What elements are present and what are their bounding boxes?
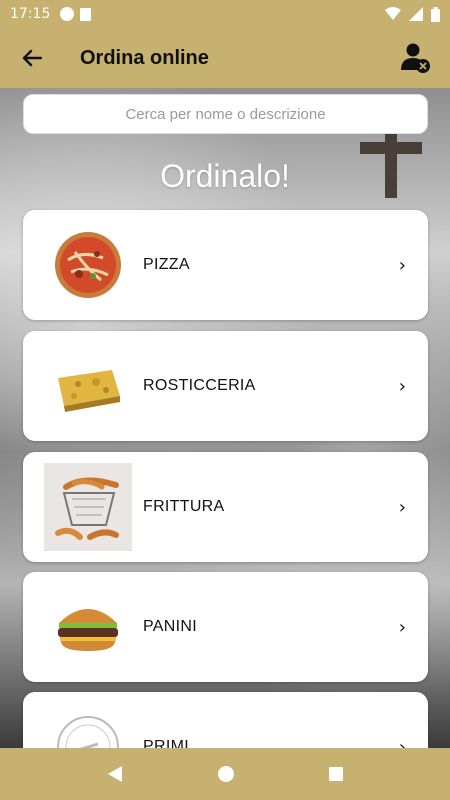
category-card-rosticceria[interactable]: ROSTICCERIA › xyxy=(23,331,428,441)
recents-square-icon[interactable] xyxy=(328,766,344,782)
system-nav-bar xyxy=(0,748,450,800)
category-label-frittura: FRITTURA xyxy=(143,498,225,515)
signal-icon xyxy=(409,7,423,21)
notification-app-icon xyxy=(60,7,75,21)
app-bar: Ordina online xyxy=(0,28,450,88)
chevron-right-icon: › xyxy=(398,375,406,397)
stamp-logo-image xyxy=(44,703,132,748)
category-label-pizza: PIZZA xyxy=(143,256,190,273)
chevron-right-icon: › xyxy=(398,496,406,518)
search-input[interactable]: Cerca per nome o descrizione xyxy=(23,94,428,134)
burger-image xyxy=(44,583,132,671)
content-area[interactable]: Cerca per nome o descrizione Ordinalo! P… xyxy=(0,88,450,748)
category-label-panini: PANINI xyxy=(143,618,197,635)
rosticceria-image xyxy=(44,342,132,430)
category-card-frittura[interactable]: FRITTURA › xyxy=(23,452,428,562)
category-label-primi: PRIMI xyxy=(143,738,189,748)
status-time: 17:15 xyxy=(10,6,51,22)
search-placeholder: Cerca per nome o descrizione xyxy=(125,105,326,123)
pizza-image xyxy=(44,221,132,309)
category-card-panini[interactable]: PANINI › xyxy=(23,572,428,682)
fries-basket-image xyxy=(44,463,132,551)
chevron-right-icon: › xyxy=(398,616,406,638)
arrow-back-icon xyxy=(22,49,42,67)
chevron-right-icon: › xyxy=(398,736,406,749)
status-bar: 17:15 xyxy=(0,0,450,28)
category-card-primi[interactable]: PRIMI › xyxy=(23,692,428,748)
account-button[interactable] xyxy=(396,38,436,78)
category-label-rosticceria: ROSTICCERIA xyxy=(143,377,256,394)
chevron-right-icon: › xyxy=(398,254,406,276)
home-circle-icon[interactable] xyxy=(217,765,235,783)
sd-card-icon xyxy=(80,7,92,21)
wifi-icon xyxy=(385,7,401,20)
category-card-pizza[interactable]: PIZZA › xyxy=(23,210,428,320)
page-title: Ordina online xyxy=(80,46,209,69)
account-cancel-icon xyxy=(401,43,430,73)
back-triangle-icon[interactable] xyxy=(106,765,124,783)
back-button[interactable] xyxy=(14,40,50,76)
battery-icon xyxy=(431,6,440,22)
hero-title: Ordinalo! xyxy=(160,158,290,194)
